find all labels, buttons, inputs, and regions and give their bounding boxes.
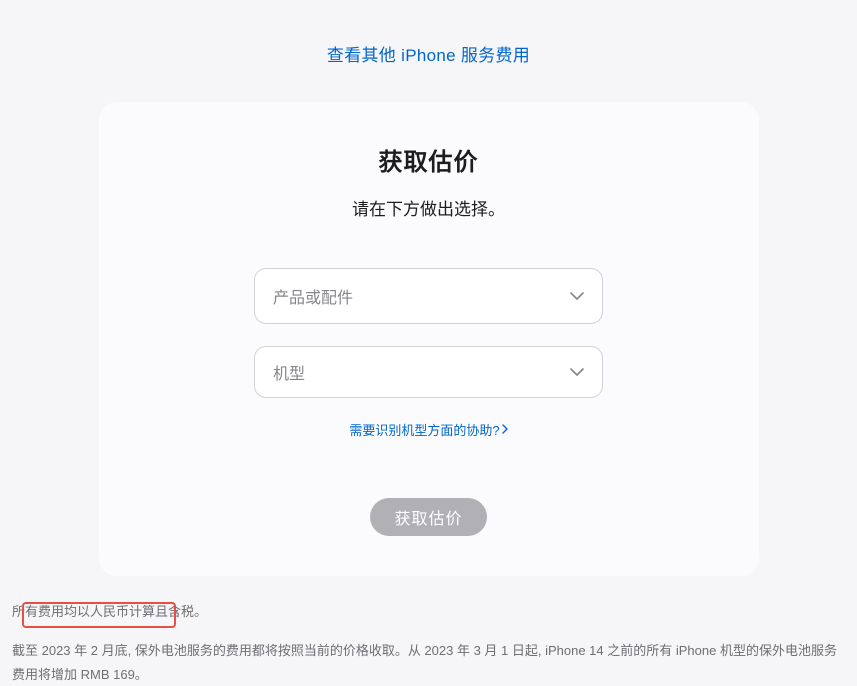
help-link-text: 需要识别机型方面的协助?: [349, 420, 499, 439]
card-title: 获取估价: [139, 142, 719, 177]
model-select[interactable]: 机型: [254, 346, 603, 398]
get-estimate-button[interactable]: 获取估价: [370, 498, 486, 536]
estimate-card: 获取估价 请在下方做出选择。 产品或配件 机型 需要识别机型方面的协助? 获取估…: [99, 102, 759, 576]
model-help-link[interactable]: 需要识别机型方面的协助?: [349, 420, 507, 439]
product-select-placeholder: 产品或配件: [273, 284, 353, 308]
chevron-down-icon: [570, 363, 584, 381]
model-select-placeholder: 机型: [273, 360, 305, 384]
card-subtitle: 请在下方做出选择。: [139, 195, 719, 220]
chevron-right-icon: [502, 422, 508, 437]
other-services-link[interactable]: 查看其他 iPhone 服务费用: [327, 46, 530, 65]
chevron-down-icon: [570, 287, 584, 305]
product-select-wrapper: 产品或配件: [254, 268, 603, 324]
product-select[interactable]: 产品或配件: [254, 268, 603, 324]
disclaimer-line1: 所有费用均以人民币计算且含税。: [12, 600, 840, 623]
disclaimer-section: 所有费用均以人民币计算且含税。 截至 2023 年 2 月底, 保外电池服务的费…: [12, 600, 840, 686]
top-link-container: 查看其他 iPhone 服务费用: [0, 0, 857, 102]
submit-btn-wrapper: 获取估价: [139, 498, 719, 536]
help-link-container: 需要识别机型方面的协助?: [139, 420, 719, 440]
model-select-wrapper: 机型: [254, 346, 603, 398]
